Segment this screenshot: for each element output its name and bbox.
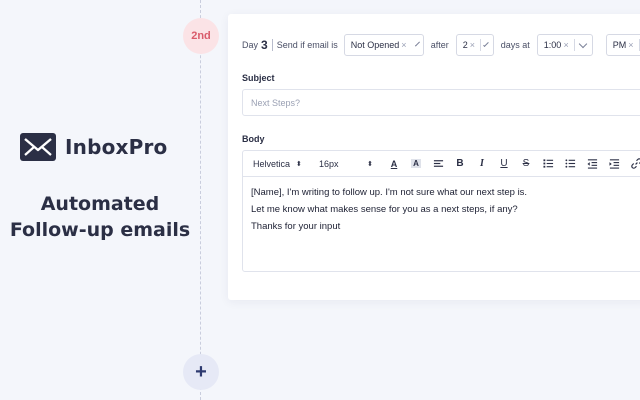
updown-icon: ⬍ xyxy=(367,160,373,168)
subject-input[interactable] xyxy=(242,89,640,116)
size-value: 16px xyxy=(319,158,339,169)
font-value: Helvetica xyxy=(253,158,291,169)
days-value: 2 xyxy=(462,40,468,50)
body-line: Let me know what makes sense for you as … xyxy=(251,204,518,215)
text-color-icon: A xyxy=(390,158,398,169)
body-text-area[interactable]: [Name], I'm writing to follow up. I'm no… xyxy=(243,177,640,242)
outdent-button[interactable] xyxy=(581,154,603,174)
align-button[interactable] xyxy=(427,154,449,174)
status-select[interactable]: Not Opened × xyxy=(343,34,424,56)
day-label: Day xyxy=(242,40,259,50)
strikethrough-button[interactable]: S xyxy=(515,154,537,174)
clear-icon[interactable]: × xyxy=(628,40,633,50)
bullet-list-button[interactable] xyxy=(559,154,581,174)
bullet-list-icon xyxy=(564,159,575,168)
clear-icon[interactable]: × xyxy=(401,40,406,50)
ordered-list-button[interactable] xyxy=(537,154,559,174)
tagline-line-2: Follow-up emails xyxy=(9,219,191,241)
highlight-button[interactable]: A xyxy=(405,154,427,174)
send-if-label: Send if email is xyxy=(276,40,338,50)
italic-button[interactable]: I xyxy=(471,154,493,174)
link-button[interactable] xyxy=(625,154,640,174)
body-label: Body xyxy=(242,134,265,144)
tagline: Automated Follow-up emails xyxy=(0,191,200,243)
brand-name: InboxPro xyxy=(65,135,168,159)
add-step-button[interactable]: + xyxy=(183,354,219,390)
strikethrough-icon: S xyxy=(522,158,530,169)
ordered-list-icon xyxy=(542,159,553,168)
clear-icon[interactable]: × xyxy=(564,40,569,50)
ampm-value: PM xyxy=(612,40,627,50)
step-badge: 2nd xyxy=(183,18,219,54)
body-editor: Helvetica ⬍ 16px ⬍ A A B I U S [Name], I… xyxy=(242,150,640,272)
days-at-label: days at xyxy=(500,40,530,50)
indent-button[interactable] xyxy=(603,154,625,174)
body-line: Thanks for your input xyxy=(251,221,341,232)
select-divider xyxy=(573,39,575,51)
bold-button[interactable]: B xyxy=(449,154,471,174)
updown-icon: ⬍ xyxy=(296,160,302,168)
subject-label: Subject xyxy=(242,73,275,83)
day-number: 3 xyxy=(261,38,268,52)
chevron-down-icon xyxy=(578,39,588,48)
send-rule-row: Day 3 Send if email is Not Opened × afte… xyxy=(242,34,640,56)
underline-icon: U xyxy=(500,158,508,169)
underline-button[interactable]: U xyxy=(493,154,515,174)
tagline-line-1: Automated xyxy=(40,193,160,215)
editor-toolbar: Helvetica ⬍ 16px ⬍ A A B I U S xyxy=(243,151,640,177)
envelope-logo-icon xyxy=(20,133,56,161)
ampm-select[interactable]: PM × xyxy=(605,34,640,56)
follow-up-card: Day 3 Send if email is Not Opened × afte… xyxy=(228,14,640,300)
status-value: Not Opened xyxy=(350,40,400,50)
align-left-icon xyxy=(433,160,443,167)
text-color-button[interactable]: A xyxy=(383,154,405,174)
clear-icon[interactable]: × xyxy=(470,40,475,50)
font-select[interactable]: Helvetica ⬍ xyxy=(253,159,319,169)
italic-icon: I xyxy=(480,158,484,169)
chevron-down-icon xyxy=(414,41,420,46)
body-line: [Name], I'm writing to follow up. I'm no… xyxy=(251,187,528,198)
highlight-icon: A xyxy=(411,159,421,168)
outdent-icon xyxy=(586,159,597,169)
timeline-line xyxy=(200,0,201,400)
after-label: after xyxy=(430,40,449,50)
link-icon xyxy=(630,158,640,169)
days-select[interactable]: 2 × xyxy=(455,34,494,56)
time-value: 1:00 xyxy=(543,40,562,50)
indent-icon xyxy=(608,159,619,169)
size-select[interactable]: 16px ⬍ xyxy=(319,159,383,169)
bold-icon: B xyxy=(456,158,464,169)
brand: InboxPro xyxy=(20,133,168,161)
separator xyxy=(271,39,273,51)
chevron-down-icon xyxy=(483,40,489,47)
time-select[interactable]: 1:00 × xyxy=(536,34,593,56)
